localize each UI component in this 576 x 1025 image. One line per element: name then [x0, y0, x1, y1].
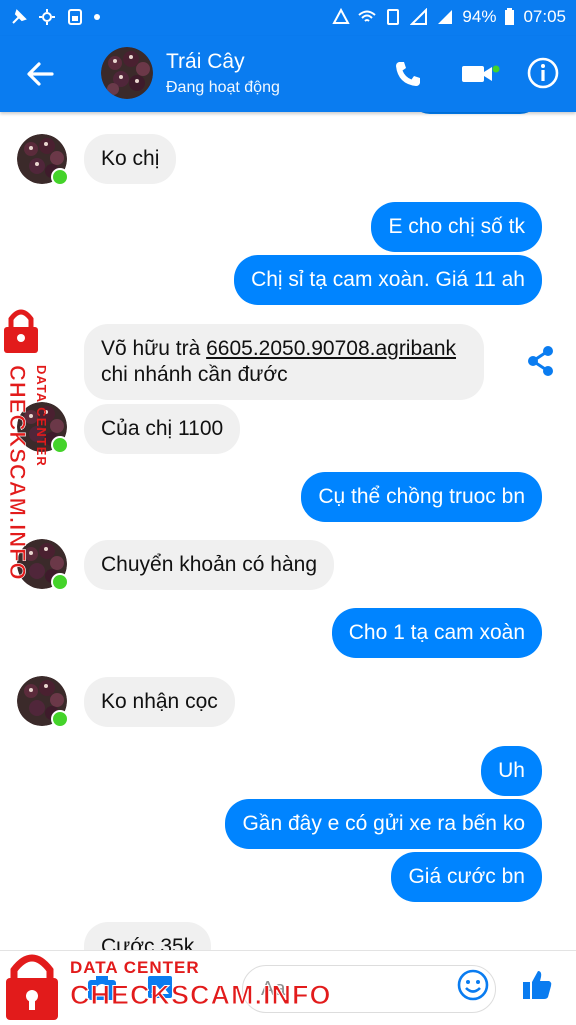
account-holder-text: Võ hữu trà [101, 337, 207, 360]
sim-card-icon [387, 9, 400, 25]
watermark-bottom-line1: DATA CENTER [70, 958, 200, 977]
emoji-icon[interactable] [456, 968, 490, 1002]
sun-icon [39, 9, 55, 25]
message-bubble-incoming[interactable]: Ko chị [84, 134, 177, 184]
status-bar: 94% 07:05 [0, 0, 576, 36]
sim-icon [68, 9, 82, 25]
watermark-side-line2: CHECKSCAM.INFO [5, 365, 31, 581]
battery-percent: 94% [462, 7, 497, 26]
status-bar-system: 94% 07:05 [332, 7, 566, 27]
signal-icon [410, 8, 428, 25]
message-bubble-outgoing[interactable]: Giá cước bn [391, 852, 542, 902]
online-indicator [51, 168, 69, 186]
back-arrow-icon[interactable] [22, 56, 58, 92]
message-bubble-incoming-account[interactable]: Võ hữu trà 6605.2050.90708.agribank chi … [84, 324, 485, 400]
message-bubble-incoming[interactable]: Của chị 1100 [84, 404, 241, 454]
message-bubble-outgoing[interactable]: Cụ thể chồng truoc bn [301, 472, 542, 522]
message-bubble-outgoing[interactable]: Chị sỉ tạ cam xoàn. Giá 11 ah [234, 255, 542, 305]
message-list[interactable]: Ko chị E cho chị số tk Chị sỉ tạ cam xoà… [0, 112, 576, 950]
info-icon[interactable] [526, 56, 560, 90]
wifi-icon [358, 10, 377, 22]
contact-avatar[interactable] [101, 47, 153, 99]
pin-icon [12, 9, 27, 24]
online-indicator [51, 710, 69, 728]
message-bubble-outgoing[interactable]: Gần đây e có gửi xe ra bến ko [225, 799, 542, 849]
message-bubble-outgoing[interactable]: E cho chị số tk [371, 202, 542, 252]
conversation-header: Trái Cây Đang hoạt động [0, 36, 576, 112]
account-number-link[interactable]: 6605.2050.90708.agribank [206, 337, 456, 360]
watermark-side-line1: DATA CENTER [34, 365, 49, 467]
contact-name[interactable]: Trái Cây [166, 50, 245, 74]
message-bubble-outgoing[interactable]: Cho 1 tạ cam xoàn [331, 608, 542, 658]
contact-active-status: Đang hoạt động [166, 79, 280, 96]
video-camera-icon[interactable] [460, 60, 500, 88]
phone-icon[interactable] [392, 58, 424, 90]
clock: 07:05 [523, 7, 566, 26]
battery-icon [505, 8, 515, 25]
message-bubble-incoming[interactable]: Chuyển khoản có hàng [84, 540, 334, 590]
message-bubble-partial[interactable] [410, 112, 540, 114]
signal-icon-2 [438, 10, 453, 24]
status-bar-notifications [10, 8, 100, 26]
branch-text: chi nhánh cần đước [101, 363, 288, 386]
message-bubble-incoming[interactable]: Cước 35k [84, 922, 212, 950]
watermark-bottom-line2: CHECKSCAM.INFO [70, 980, 332, 1011]
online-indicator [51, 573, 69, 591]
notification-dot-icon [94, 14, 100, 20]
message-bubble-outgoing[interactable]: Uh [481, 746, 542, 796]
share-icon[interactable] [526, 345, 556, 377]
message-bubble-incoming[interactable]: Ko nhận cọc [84, 677, 235, 727]
data-saver-icon [332, 8, 351, 24]
online-indicator [51, 436, 69, 454]
thumbs-up-icon[interactable] [520, 968, 554, 1002]
